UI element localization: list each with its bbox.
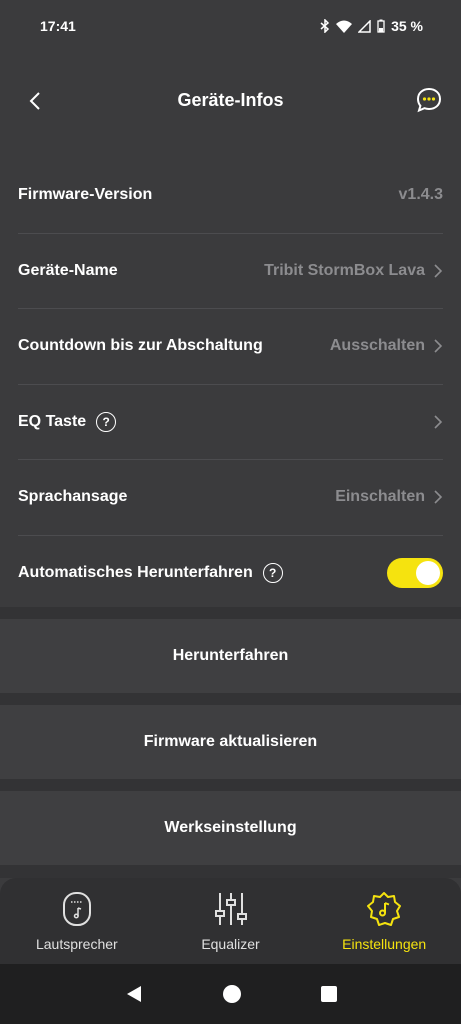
chevron-right-icon (434, 415, 443, 429)
nav-recents-icon[interactable] (320, 986, 337, 1002)
settings-gear-icon (365, 890, 403, 928)
divider (0, 693, 461, 705)
status-bar: 17:41 35 % (0, 0, 461, 52)
device-name-value: Tribit StormBox Lava (264, 261, 425, 279)
tab-label: Equalizer (201, 936, 260, 952)
battery-icon (377, 19, 385, 33)
chevron-right-icon (434, 490, 443, 504)
factory-reset-button[interactable]: Werkseinstellung (0, 791, 461, 865)
toggle-knob (416, 561, 440, 586)
support-chat-button[interactable] (415, 86, 443, 114)
divider (0, 865, 461, 878)
battery-percent: 35 % (391, 18, 423, 34)
row-label: EQ Taste (18, 412, 87, 430)
help-icon[interactable]: ? (96, 411, 117, 432)
status-icons: 35 % (320, 18, 423, 34)
nav-header: Geräte-Infos (0, 52, 461, 148)
row-voice-prompt[interactable]: Sprachansage Einschalten (18, 460, 443, 536)
divider (0, 779, 461, 791)
tab-speaker[interactable]: Lautsprecher (0, 878, 154, 964)
auto-shutdown-toggle[interactable] (387, 558, 443, 589)
device-name-value-wrap: Tribit StormBox Lava (264, 262, 443, 280)
chevron-left-icon (29, 92, 40, 110)
row-firmware-version: Firmware-Version v1.4.3 (18, 158, 443, 234)
tab-settings[interactable]: Einstellungen (307, 878, 461, 964)
signal-icon (358, 19, 371, 33)
tab-label: Lautsprecher (35, 936, 118, 952)
countdown-value: Ausschalten (329, 337, 425, 355)
update-firmware-button[interactable]: Firmware aktualisieren (0, 705, 461, 779)
status-time: 17:41 (40, 18, 76, 34)
bluetooth-icon (320, 19, 330, 33)
voice-prompt-value: Einschalten (335, 488, 425, 506)
row-eq-button[interactable]: EQ Taste ? (18, 385, 443, 460)
row-countdown[interactable]: Countdown bis zur Abschaltung Ausschalte… (18, 309, 443, 385)
divider (0, 607, 461, 619)
row-label: Automatisches Herunterfahren (18, 564, 253, 582)
chat-bubble-icon (416, 87, 442, 113)
help-icon[interactable]: ? (262, 563, 283, 584)
bottom-tab-bar: Lautsprecher Equalizer Einstellungen (0, 878, 461, 964)
chevron-right-icon (434, 264, 443, 278)
speaker-icon (58, 890, 96, 928)
eq-value-wrap (433, 415, 443, 429)
firmware-version-value: v1.4.3 (398, 186, 443, 204)
row-label-wrap: EQ Taste ? (18, 411, 117, 432)
row-auto-shutdown: Automatisches Herunterfahren ? (18, 536, 443, 612)
back-button[interactable] (22, 86, 48, 116)
voice-prompt-value-wrap: Einschalten (335, 488, 443, 506)
system-nav-bar (0, 964, 461, 1024)
row-label: Firmware-Version (18, 186, 153, 204)
nav-home-icon[interactable] (222, 984, 242, 1004)
tab-equalizer[interactable]: Equalizer (154, 878, 308, 964)
tab-label: Einstellungen (342, 936, 427, 952)
shutdown-button[interactable]: Herunterfahren (0, 619, 461, 693)
row-label: Geräte-Name (18, 261, 118, 279)
chevron-right-icon (434, 339, 443, 353)
row-label: Sprachansage (18, 488, 128, 506)
page-title: Geräte-Infos (177, 89, 284, 110)
row-label-wrap: Automatisches Herunterfahren ? (18, 563, 283, 584)
row-label: Countdown bis zur Abschaltung (18, 337, 263, 355)
countdown-value-wrap: Ausschalten (330, 337, 443, 355)
wifi-icon (336, 20, 353, 33)
nav-back-icon[interactable] (125, 985, 143, 1003)
row-device-name[interactable]: Geräte-Name Tribit StormBox Lava (18, 234, 443, 309)
equalizer-icon (212, 890, 250, 928)
settings-list: Firmware-Version v1.4.3 Geräte-Name Trib… (0, 158, 461, 611)
